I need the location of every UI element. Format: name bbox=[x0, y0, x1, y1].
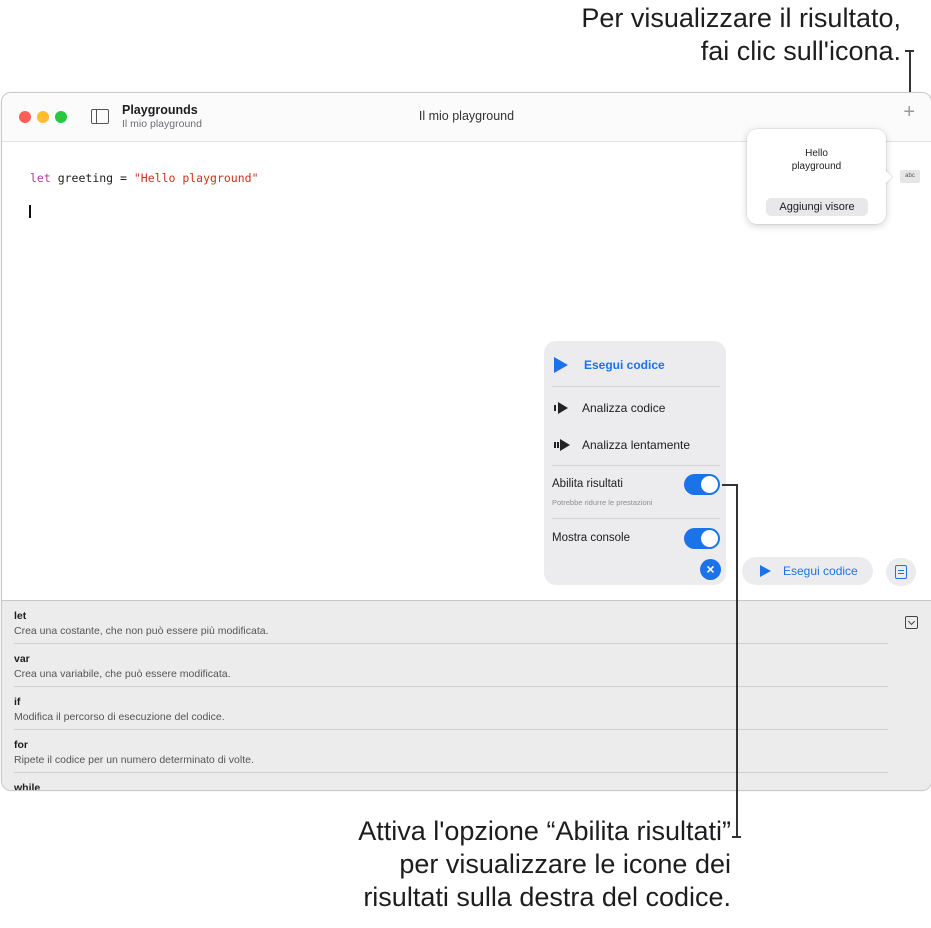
step-slow-icon bbox=[554, 439, 570, 451]
leader-line-bottom-end bbox=[732, 836, 741, 838]
shortcut-item-for[interactable]: for Ripete il codice per un numero deter… bbox=[14, 739, 888, 766]
callout-bottom-line2: per visualizzare le icone dei bbox=[399, 849, 731, 879]
result-abc-icon[interactable]: abc bbox=[900, 170, 920, 183]
shortcut-title: for bbox=[14, 739, 28, 751]
enable-results-label: Abilita risultati bbox=[552, 478, 623, 490]
code-keyword: let bbox=[30, 171, 51, 185]
shortcut-desc: Crea una variabile, che può essere modif… bbox=[14, 668, 231, 680]
result-popover: Hello playground Aggiungi visore bbox=[747, 129, 886, 224]
shortcut-separator bbox=[14, 729, 888, 730]
add-viewer-button[interactable]: Aggiungi visore bbox=[766, 198, 868, 216]
popover-arrow bbox=[884, 169, 892, 185]
shortcut-separator bbox=[14, 643, 888, 644]
menu-separator bbox=[552, 386, 720, 387]
menu-item-run-label: Esegui codice bbox=[584, 358, 665, 372]
code-line[interactable]: let greeting = "Hello playground" bbox=[30, 171, 259, 185]
code-identifier: greeting = bbox=[50, 171, 134, 185]
shortcut-desc: Modifica il percorso di esecuzione del c… bbox=[14, 711, 225, 723]
add-icon[interactable]: + bbox=[903, 101, 915, 124]
shortcut-title: var bbox=[14, 653, 30, 665]
run-code-button[interactable]: Esegui codice bbox=[742, 557, 873, 585]
shortcut-desc: Crea una costante, che non può essere pi… bbox=[14, 625, 269, 637]
menu-item-step[interactable]: Analizza codice bbox=[552, 401, 718, 415]
leader-line-top-cap bbox=[905, 50, 914, 52]
menu-item-step-label: Analizza codice bbox=[582, 401, 666, 415]
leader-line-bottom bbox=[736, 484, 738, 836]
shortcut-title: while bbox=[14, 782, 41, 791]
shortcut-title: if bbox=[14, 696, 21, 708]
callout-enable-results: Attiva l'opzione “Abilita risultati” per… bbox=[131, 815, 731, 914]
callout-bottom-line1: Attiva l'opzione “Abilita risultati” bbox=[358, 816, 731, 846]
enable-results-toggle[interactable] bbox=[684, 474, 720, 495]
show-console-toggle[interactable] bbox=[684, 528, 720, 549]
shortcut-separator bbox=[14, 686, 888, 687]
callout-result-icon: Per visualizzare il risultato, fai clic … bbox=[301, 2, 901, 68]
play-icon bbox=[554, 357, 568, 373]
callout-bottom-line3: risultati sulla destra del codice. bbox=[363, 882, 731, 912]
shortcut-title: let bbox=[14, 610, 27, 622]
shortcut-item-let[interactable]: let Crea una costante, che non può esser… bbox=[14, 610, 888, 637]
shortcut-desc: Ripete il codice per un numero determina… bbox=[14, 754, 254, 766]
enable-results-note: Potrebbe ridurre le prestazioni bbox=[552, 498, 653, 507]
close-menu-icon[interactable]: × bbox=[700, 559, 721, 580]
result-line1: Hello bbox=[805, 148, 828, 159]
documentation-icon[interactable] bbox=[886, 558, 916, 586]
shortcut-item-while[interactable]: while bbox=[14, 782, 888, 791]
shortcut-item-if[interactable]: if Modifica il percorso di esecuzione de… bbox=[14, 696, 888, 723]
run-options-menu: Esegui codice Analizza codice Analizza l… bbox=[544, 341, 726, 585]
shortcut-bar: let Crea una costante, che non può esser… bbox=[2, 600, 931, 790]
menu-separator bbox=[552, 518, 720, 519]
text-cursor bbox=[29, 205, 31, 218]
menu-item-run[interactable]: Esegui codice bbox=[552, 356, 718, 374]
menu-separator bbox=[552, 465, 720, 466]
show-console-label: Mostra console bbox=[552, 532, 630, 544]
menu-item-step-slow[interactable]: Analizza lentamente bbox=[552, 438, 718, 452]
playgrounds-window: Playgrounds Il mio playground Il mio pla… bbox=[1, 92, 931, 791]
shortcut-item-var[interactable]: var Crea una variabile, che può essere m… bbox=[14, 653, 888, 680]
callout-top-line1: Per visualizzare il risultato, bbox=[581, 3, 901, 33]
leader-line-bottom-cap bbox=[722, 484, 738, 486]
collapse-chevron-icon[interactable] bbox=[905, 616, 918, 629]
result-value: Hello playground bbox=[747, 147, 886, 173]
run-code-label: Esegui codice bbox=[783, 564, 858, 578]
window-title: Il mio playground bbox=[418, 109, 515, 123]
shortcut-separator bbox=[14, 772, 888, 773]
callout-top-line2: fai clic sull'icona. bbox=[700, 36, 901, 66]
play-icon bbox=[760, 565, 771, 577]
menu-item-step-slow-label: Analizza lentamente bbox=[582, 438, 691, 452]
result-line2: playground bbox=[791, 161, 842, 172]
code-string: "Hello playground" bbox=[133, 171, 259, 185]
step-icon bbox=[554, 402, 570, 414]
